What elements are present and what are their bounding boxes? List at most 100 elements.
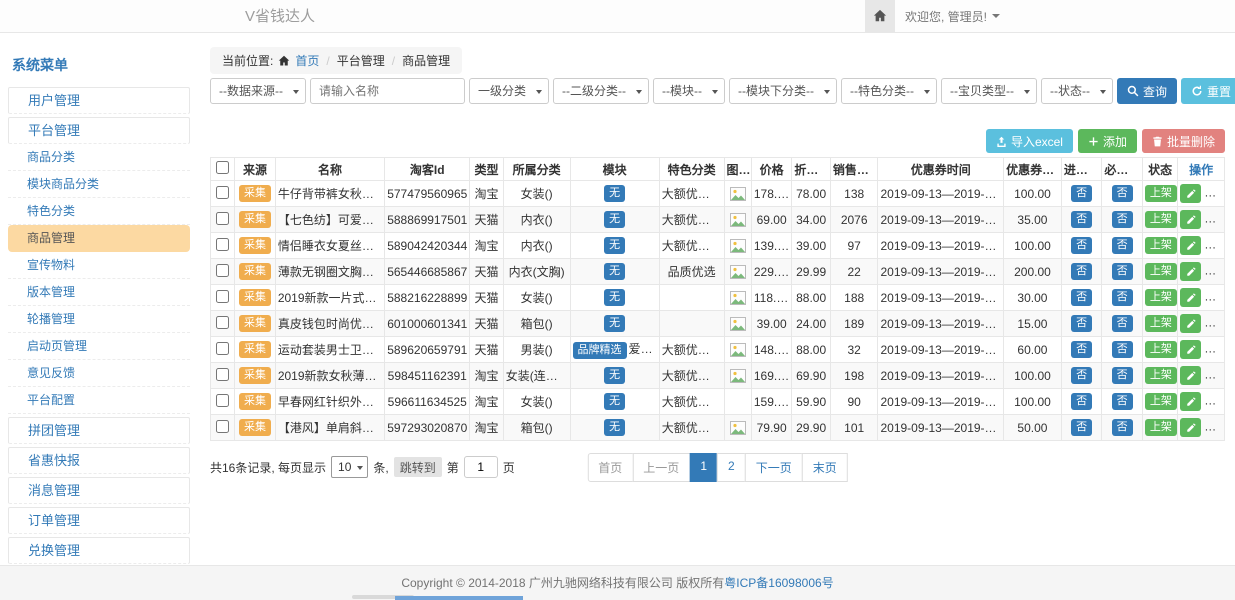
product-image-icon bbox=[730, 213, 746, 227]
must-buy-badge[interactable]: 否 bbox=[1112, 315, 1133, 332]
sidebar-item[interactable]: 宣传物料 bbox=[8, 252, 190, 279]
import-select-badge[interactable]: 否 bbox=[1071, 367, 1092, 384]
row-checkbox[interactable] bbox=[216, 316, 229, 329]
status-badge[interactable]: 上架 bbox=[1145, 341, 1177, 358]
import-select-badge[interactable]: 否 bbox=[1071, 341, 1092, 358]
breadcrumb-home-link[interactable]: 首页 bbox=[295, 52, 319, 69]
edit-button[interactable] bbox=[1180, 366, 1201, 385]
edit-button[interactable] bbox=[1180, 210, 1201, 229]
sidebar-item[interactable]: 消息管理 bbox=[8, 477, 190, 504]
status-badge[interactable]: 上架 bbox=[1145, 367, 1177, 384]
edit-button[interactable] bbox=[1180, 184, 1201, 203]
row-checkbox[interactable] bbox=[216, 290, 229, 303]
row-checkbox[interactable] bbox=[216, 342, 229, 355]
edit-button[interactable] bbox=[1180, 314, 1201, 333]
data-source-select[interactable]: --数据来源-- bbox=[210, 78, 306, 104]
import-select-badge[interactable]: 否 bbox=[1071, 263, 1092, 280]
import-select-badge[interactable]: 否 bbox=[1071, 393, 1092, 410]
reset-button[interactable]: 重置 bbox=[1181, 78, 1235, 104]
pager-item[interactable]: 末页 bbox=[802, 453, 848, 482]
sidebar-item[interactable]: 订单管理 bbox=[8, 507, 190, 534]
filter-select[interactable]: 一级分类 bbox=[469, 78, 549, 104]
filter-select[interactable]: --模块-- bbox=[653, 78, 725, 104]
import-select-badge[interactable]: 否 bbox=[1071, 289, 1092, 306]
icp-link[interactable]: 粤ICP备16098006号 bbox=[724, 576, 833, 590]
status-badge[interactable]: 上架 bbox=[1145, 315, 1177, 332]
must-buy-badge[interactable]: 否 bbox=[1112, 367, 1133, 384]
sidebar-item[interactable]: 意见反馈 bbox=[8, 360, 190, 387]
row-checkbox[interactable] bbox=[216, 264, 229, 277]
import-select-badge[interactable]: 否 bbox=[1071, 211, 1092, 228]
import-select-badge[interactable]: 否 bbox=[1071, 419, 1092, 436]
must-buy-badge[interactable]: 否 bbox=[1112, 263, 1133, 280]
per-page-select[interactable]: 10 bbox=[331, 456, 368, 478]
sidebar-item[interactable]: 启动页管理 bbox=[8, 333, 190, 360]
filter-select[interactable]: --状态-- bbox=[1041, 78, 1113, 104]
status-badge[interactable]: 上架 bbox=[1145, 393, 1177, 410]
pager-item[interactable]: 1 bbox=[689, 453, 718, 482]
sidebar-item[interactable]: 拼团管理 bbox=[8, 417, 190, 444]
import-select-badge[interactable]: 否 bbox=[1071, 237, 1092, 254]
table-row: 采集 2019新款一片式系... 588216228899 天猫 女装() 无 … bbox=[211, 285, 1225, 311]
row-checkbox[interactable] bbox=[216, 212, 229, 225]
edit-button[interactable] bbox=[1180, 262, 1201, 281]
import-select-badge[interactable]: 否 bbox=[1071, 185, 1092, 202]
pager-item[interactable]: 2 bbox=[717, 453, 746, 482]
import-select-badge[interactable]: 否 bbox=[1071, 315, 1092, 332]
horizontal-scrollbar-thumb[interactable] bbox=[395, 596, 523, 600]
pager-item[interactable]: 下一页 bbox=[745, 453, 803, 482]
must-buy-badge[interactable]: 否 bbox=[1112, 211, 1133, 228]
row-checkbox[interactable] bbox=[216, 394, 229, 407]
status-badge[interactable]: 上架 bbox=[1145, 289, 1177, 306]
must-buy-badge[interactable]: 否 bbox=[1112, 341, 1133, 358]
sidebar-item[interactable]: 省惠快报 bbox=[8, 447, 190, 474]
must-buy-badge[interactable]: 否 bbox=[1112, 419, 1133, 436]
search-button[interactable]: 查询 bbox=[1117, 78, 1177, 104]
user-menu[interactable]: 欢迎您, 管理员! bbox=[905, 0, 1000, 32]
filter-select[interactable]: --特色分类-- bbox=[841, 78, 937, 104]
product-name: 运动套装男士卫衣初秋... bbox=[275, 337, 384, 363]
select-all-checkbox[interactable] bbox=[216, 161, 229, 174]
sidebar-item[interactable]: 商品分类 bbox=[8, 144, 190, 171]
must-buy-badge[interactable]: 否 bbox=[1112, 185, 1133, 202]
sidebar-item[interactable]: 特色分类 bbox=[8, 198, 190, 225]
status-badge[interactable]: 上架 bbox=[1145, 419, 1177, 436]
page-input[interactable] bbox=[464, 456, 498, 478]
add-button[interactable]: 添加 bbox=[1078, 129, 1137, 153]
pager-item[interactable]: 首页 bbox=[587, 453, 633, 482]
sidebar-item[interactable]: 用户管理 bbox=[8, 87, 190, 114]
sidebar-item[interactable]: 商品管理 bbox=[8, 225, 190, 252]
import-excel-button[interactable]: 导入excel bbox=[986, 129, 1073, 153]
edit-button[interactable] bbox=[1180, 340, 1201, 359]
status-badge[interactable]: 上架 bbox=[1145, 185, 1177, 202]
edit-button[interactable] bbox=[1180, 236, 1201, 255]
sidebar-item[interactable]: 兑换管理 bbox=[8, 537, 190, 564]
filter-select[interactable]: --模块下分类-- bbox=[729, 78, 837, 104]
batch-delete-button[interactable]: 批量删除 bbox=[1142, 129, 1225, 153]
source-badge: 采集 bbox=[239, 211, 271, 228]
sidebar-item[interactable]: 平台配置 bbox=[8, 387, 190, 414]
pager-item[interactable]: 上一页 bbox=[632, 453, 690, 482]
name-input[interactable] bbox=[310, 78, 465, 104]
row-checkbox[interactable] bbox=[216, 238, 229, 251]
must-buy-badge[interactable]: 否 bbox=[1112, 289, 1133, 306]
edit-button[interactable] bbox=[1180, 392, 1201, 411]
status-badge[interactable]: 上架 bbox=[1145, 237, 1177, 254]
sidebar-item[interactable]: 模块商品分类 bbox=[8, 171, 190, 198]
sidebar-item[interactable]: 平台管理 bbox=[8, 117, 190, 144]
must-buy-badge[interactable]: 否 bbox=[1112, 393, 1133, 410]
sidebar-item[interactable]: 版本管理 bbox=[8, 279, 190, 306]
jump-button[interactable]: 跳转到 bbox=[394, 457, 442, 477]
filter-select[interactable]: --宝贝类型-- bbox=[941, 78, 1037, 104]
row-checkbox[interactable] bbox=[216, 368, 229, 381]
home-button[interactable] bbox=[865, 0, 895, 32]
filter-select[interactable]: --二级分类-- bbox=[553, 78, 649, 104]
edit-button[interactable] bbox=[1180, 418, 1201, 437]
must-buy-badge[interactable]: 否 bbox=[1112, 237, 1133, 254]
row-checkbox[interactable] bbox=[216, 420, 229, 433]
edit-button[interactable] bbox=[1180, 288, 1201, 307]
row-checkbox[interactable] bbox=[216, 186, 229, 199]
sidebar-item[interactable]: 轮播管理 bbox=[8, 306, 190, 333]
status-badge[interactable]: 上架 bbox=[1145, 211, 1177, 228]
status-badge[interactable]: 上架 bbox=[1145, 263, 1177, 280]
